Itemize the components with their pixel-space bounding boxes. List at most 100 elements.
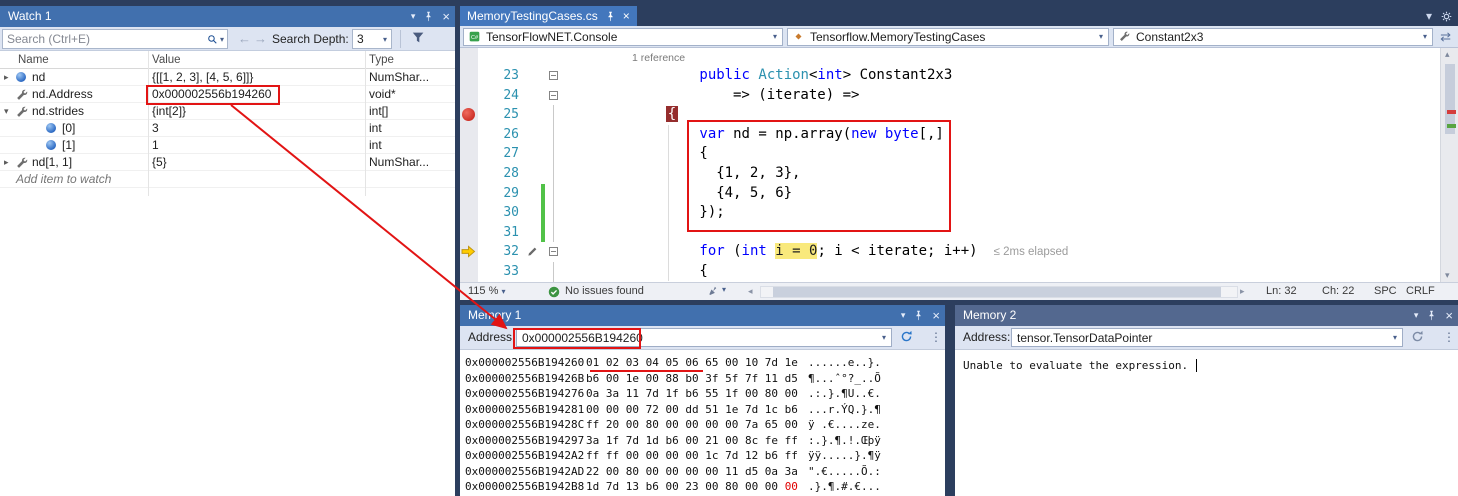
- pin-icon[interactable]: [423, 11, 434, 22]
- column-header-name[interactable]: Name: [18, 51, 49, 69]
- watch-row[interactable]: ▾nd.strides{int[2]}int[]: [0, 103, 455, 120]
- memory-row[interactable]: 0x000002556B19428100 00 00 72 00 dd 51 1…: [460, 402, 945, 418]
- code-cleanup-icon[interactable]: [708, 286, 719, 297]
- outline-margin[interactable]: [548, 66, 560, 86]
- breakpoint-margin[interactable]: [460, 48, 478, 66]
- watch-row[interactable]: ▸nd[1, 1]{5}NumShar...: [0, 154, 455, 171]
- fold-collapse-icon[interactable]: [549, 91, 558, 100]
- pin-icon[interactable]: [1426, 310, 1437, 321]
- memory-bytes[interactable]: ff ff 00 00 00 00 1c 7d 12 b6 ff: [586, 448, 808, 464]
- memory-row[interactable]: 0x000002556B1942AD22 00 80 00 00 00 00 1…: [460, 464, 945, 480]
- memory-bytes[interactable]: 00 00 00 72 00 dd 51 1e 7d 1c b6: [586, 402, 808, 418]
- search-box[interactable]: ▾: [2, 29, 228, 49]
- memory2-address-combo[interactable]: tensor.TensorDataPointer ▾: [1011, 328, 1403, 347]
- toolbar-overflow-icon[interactable]: ⋮: [930, 330, 942, 344]
- breakpoint-icon[interactable]: [462, 108, 475, 121]
- window-position-icon[interactable]: ▾: [411, 6, 416, 27]
- column-header-type[interactable]: Type: [369, 51, 394, 69]
- breakpoint-margin[interactable]: [460, 184, 478, 204]
- window-position-icon[interactable]: ▾: [901, 305, 906, 326]
- outline-margin[interactable]: [548, 144, 560, 164]
- hscroll-left-icon[interactable]: ◂: [748, 286, 753, 297]
- memory-bytes[interactable]: b6 00 1e 00 88 b0 3f 5f 7f 11 d5: [586, 371, 808, 387]
- row-expander-icon[interactable]: ▸: [4, 154, 9, 171]
- breakpoint-margin[interactable]: [460, 66, 478, 86]
- outline-margin[interactable]: [548, 242, 560, 262]
- row-expander-icon[interactable]: ▸: [4, 69, 9, 86]
- memory1-titlebar[interactable]: Memory 1 ▾ ×: [460, 305, 945, 326]
- outline-margin[interactable]: [548, 262, 560, 282]
- watch-value[interactable]: 0x000002556b194260: [152, 86, 271, 103]
- memory-bytes[interactable]: 22 00 80 00 00 00 00 11 d5 0a 3a: [586, 464, 808, 480]
- memory-bytes[interactable]: 0a 3a 11 7d 1f b6 55 1f 00 80 00: [586, 386, 808, 402]
- zoom-control[interactable]: 115 % ▾: [468, 285, 505, 297]
- close-icon[interactable]: ×: [1445, 309, 1453, 322]
- watch-value[interactable]: {int[2]}: [152, 103, 186, 120]
- breakpoint-margin[interactable]: [460, 105, 478, 125]
- row-expander-icon[interactable]: ▾: [4, 103, 9, 120]
- breakpoint-margin[interactable]: [460, 164, 478, 184]
- toolbar-overflow-icon[interactable]: ⋮: [1443, 330, 1455, 344]
- breakpoint-margin[interactable]: [460, 144, 478, 164]
- project-dropdown[interactable]: TensorFlowNET.Console ▾: [463, 28, 783, 46]
- close-icon[interactable]: ×: [932, 309, 940, 322]
- breakpoint-margin[interactable]: [460, 203, 478, 223]
- watch-row[interactable]: [0]3int: [0, 120, 455, 137]
- fold-collapse-icon[interactable]: [549, 71, 558, 80]
- watch-value[interactable]: {5}: [152, 154, 167, 171]
- outline-margin[interactable]: [548, 184, 560, 204]
- breakpoint-margin[interactable]: [460, 86, 478, 106]
- issues-status[interactable]: No issues found: [565, 285, 644, 297]
- scroll-up-icon[interactable]: ▴: [1445, 49, 1450, 60]
- outline-margin[interactable]: [548, 223, 560, 243]
- memory-row[interactable]: 0x000002556B1942B81d 7d 13 b6 00 23 00 8…: [460, 479, 945, 495]
- column-header-value[interactable]: Value: [152, 51, 181, 69]
- member-dropdown[interactable]: Constant2x3 ▾: [1113, 28, 1433, 46]
- search-options-chevron-icon[interactable]: ▾: [220, 35, 224, 44]
- pin-icon[interactable]: [913, 310, 924, 321]
- fold-collapse-icon[interactable]: [549, 247, 558, 256]
- vertical-scrollbar[interactable]: ▴ ▾: [1440, 48, 1458, 282]
- search-input[interactable]: [3, 32, 207, 46]
- add-watch-label[interactable]: Add item to watch: [16, 171, 111, 188]
- memory-bytes[interactable]: 01 02 03 04 05 06 65 00 10 7d 1e: [586, 355, 808, 371]
- memory-row[interactable]: 0x000002556B1942A2ff ff 00 00 00 00 1c 7…: [460, 448, 945, 464]
- memory-row[interactable]: 0x000002556B19426001 02 03 04 05 06 65 0…: [460, 355, 945, 371]
- memory-row[interactable]: 0x000002556B1942760a 3a 11 7d 1f b6 55 1…: [460, 386, 945, 402]
- search-prev-icon[interactable]: ←: [238, 31, 251, 46]
- watch-value[interactable]: {[[1, 2, 3], [4, 5, 6]]}: [152, 69, 253, 86]
- hscroll-right-icon[interactable]: ▸: [1240, 286, 1245, 297]
- close-icon[interactable]: ×: [442, 10, 450, 23]
- memory-bytes[interactable]: ff 20 00 80 00 00 00 00 7a 65 00: [586, 417, 808, 433]
- watch-titlebar[interactable]: Watch 1 ▾ ×: [0, 6, 455, 27]
- tab-close-icon[interactable]: ×: [623, 9, 630, 23]
- type-dropdown[interactable]: Tensorflow.MemoryTestingCases ▾: [787, 28, 1109, 46]
- refresh-icon[interactable]: [900, 330, 913, 343]
- watch-row[interactable]: [1]1int: [0, 137, 455, 154]
- tab-list-chevron-icon[interactable]: ▾: [1426, 9, 1432, 23]
- watch-row[interactable]: ▸nd{[[1, 2, 3], [4, 5, 6]]}NumShar...: [0, 69, 455, 86]
- tab-pin-icon[interactable]: [605, 11, 616, 22]
- breakpoint-margin[interactable]: [460, 242, 478, 262]
- breakpoint-margin[interactable]: [460, 223, 478, 243]
- code-cleanup-chevron-icon[interactable]: ▾: [722, 285, 726, 294]
- window-position-icon[interactable]: ▾: [1414, 305, 1419, 326]
- gear-icon[interactable]: [1441, 11, 1452, 22]
- memory1-address-combo[interactable]: 0x000002556B194260 ▾: [516, 328, 892, 347]
- codelens-references[interactable]: 1 reference: [632, 52, 685, 64]
- toggle-file-icon[interactable]: ⇄: [1440, 29, 1455, 45]
- outline-margin[interactable]: [548, 105, 560, 125]
- filter-icon[interactable]: [412, 31, 425, 44]
- refresh-icon[interactable]: [1411, 330, 1424, 343]
- hscrollbar-thumb[interactable]: [773, 287, 1221, 297]
- outline-margin[interactable]: [548, 86, 560, 106]
- search-depth-combo[interactable]: 3 ▾: [352, 29, 392, 49]
- tab-memorytestingcases[interactable]: MemoryTestingCases.cs ×: [460, 6, 637, 26]
- memory-row[interactable]: 0x000002556B19428Cff 20 00 80 00 00 00 0…: [460, 417, 945, 433]
- search-next-icon[interactable]: →: [254, 31, 267, 46]
- horizontal-scrollbar[interactable]: [760, 286, 1238, 298]
- memory-bytes[interactable]: 3a 1f 7d 1d b6 00 21 00 8c fe ff: [586, 433, 808, 449]
- add-watch-row[interactable]: Add item to watch: [0, 171, 455, 188]
- memory-bytes[interactable]: 1d 7d 13 b6 00 23 00 80 00 00 00: [586, 479, 808, 495]
- breakpoint-margin[interactable]: [460, 125, 478, 145]
